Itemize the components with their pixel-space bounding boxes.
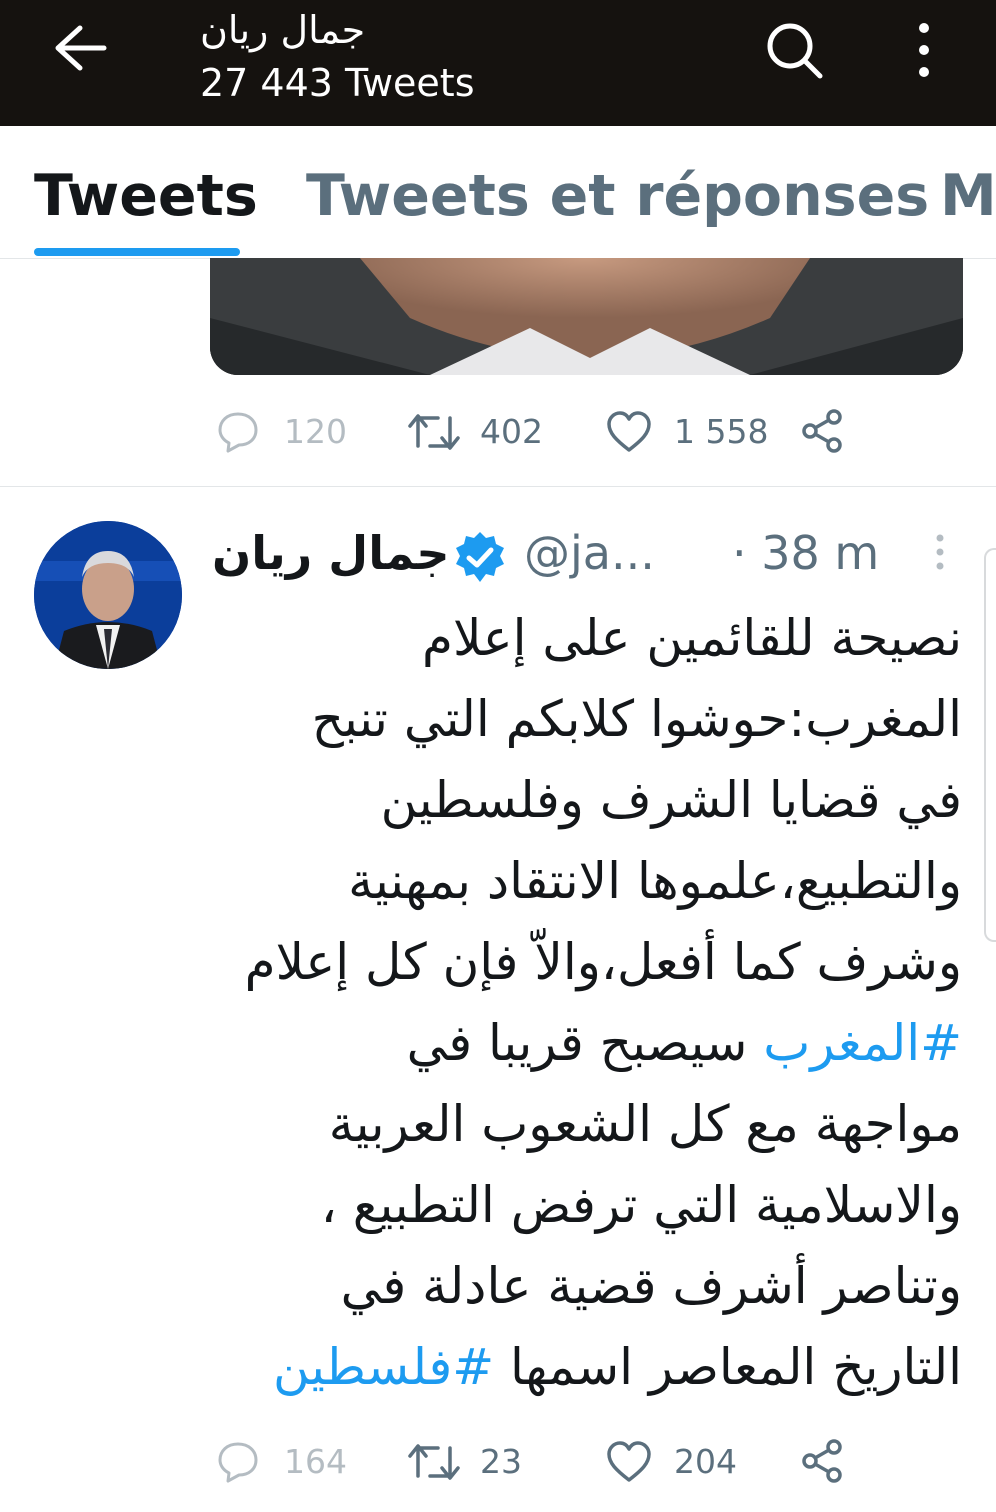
tweet-line: وتناصر أشرف قضية عادلة في (340, 1257, 962, 1315)
tweet-media-image[interactable] (210, 258, 963, 375)
tweet-line-text: التاريخ المعاصر اسمها (494, 1338, 962, 1396)
share-icon[interactable] (800, 408, 846, 454)
tab-tweets[interactable]: Tweets (34, 164, 258, 228)
reply-count: 120 (284, 412, 347, 451)
tweet-line: في قضايا الشرف وفلسطين (380, 771, 962, 829)
share-icon[interactable] (800, 1438, 846, 1484)
tweet-line: وشرف كما أفعل،والاّ فإن كل إعلام (244, 933, 962, 991)
tweet-text: نصيحة للقائمين على إعلام المغرب:حوشوا كل… (214, 598, 962, 1408)
tweet-divider (0, 486, 996, 487)
tweet-line: المغرب:حوشوا كلابكم التي تنبح (311, 690, 962, 748)
like-icon[interactable] (606, 1440, 652, 1484)
tweet-line: مواجهة مع كل الشعوب العربية (328, 1095, 962, 1153)
reply-count: 164 (284, 1442, 347, 1481)
tweet-line: التاريخ المعاصر اسمها #فلسطين (214, 1327, 962, 1408)
tweet-line: والاسلامية التي ترفض التطبيع ، (320, 1176, 962, 1234)
reply-icon[interactable] (216, 1440, 260, 1484)
back-arrow-icon[interactable] (48, 22, 108, 74)
retweet-count: 402 (480, 412, 543, 451)
tweet-count: 27 443 Tweets (200, 61, 475, 105)
tweet-line: نصيحة للقائمين على إعلام (422, 609, 962, 667)
like-icon[interactable] (606, 410, 652, 454)
reply-icon[interactable] (216, 410, 260, 454)
tweet-line-text: سيصبح قريبا في (406, 1014, 764, 1072)
tweet-line: #المغرب سيصبح قريبا في (214, 1003, 962, 1084)
media-photo (210, 258, 963, 375)
tab-tweets-and-replies[interactable]: Tweets et réponses (306, 164, 929, 228)
retweet-count: 23 (480, 1442, 522, 1481)
active-tab-indicator (34, 248, 240, 256)
avatar[interactable] (34, 521, 182, 669)
hashtag-link[interactable]: #المغرب (763, 1014, 962, 1072)
like-count: 1 558 (674, 412, 769, 451)
retweet-icon[interactable] (408, 410, 460, 454)
verified-badge-icon (456, 532, 504, 582)
author-name[interactable]: جمال ريان (212, 524, 449, 582)
profile-tabs: Tweets Tweets et réponses M (0, 126, 996, 259)
scroll-handle[interactable] (984, 548, 996, 942)
profile-title: جمال ريان (200, 8, 366, 52)
tweet-timestamp[interactable]: · 38 m (732, 524, 879, 582)
more-vertical-icon[interactable] (900, 18, 948, 82)
top-app-bar: جمال ريان 27 443 Tweets (0, 0, 996, 126)
tweet-line: والتطبيع،علموها الانتقاد بمهنية (348, 852, 962, 910)
like-count: 204 (674, 1442, 737, 1481)
author-handle[interactable]: @ja... (524, 524, 655, 582)
avatar-photo (34, 521, 182, 669)
tab-media[interactable]: M (940, 164, 996, 228)
tweet-menu-icon[interactable] (928, 530, 952, 578)
retweet-icon[interactable] (408, 1440, 460, 1484)
hashtag-link[interactable]: #فلسطين (273, 1338, 494, 1396)
search-icon[interactable] (762, 18, 826, 82)
